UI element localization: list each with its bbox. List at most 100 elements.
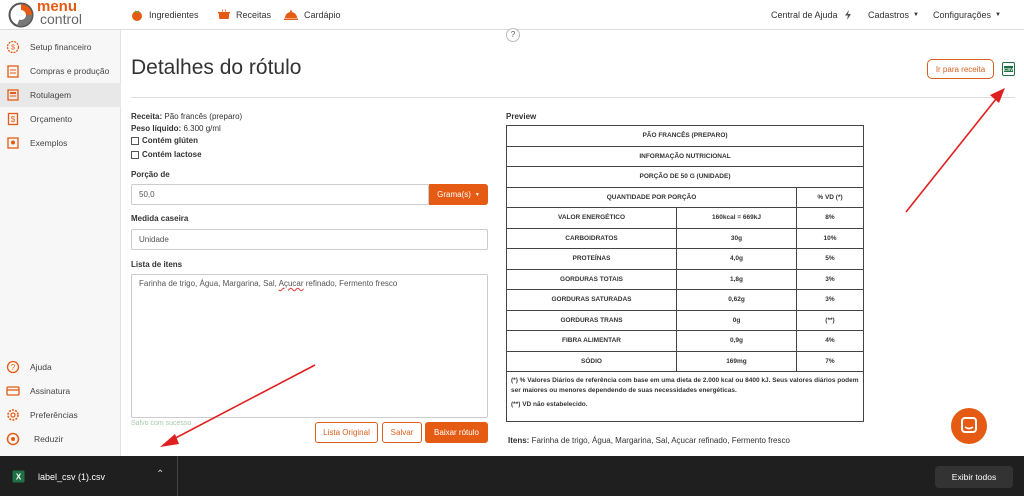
sidebar-item-preferencias[interactable]: Preferências: [0, 403, 121, 427]
net-weight-value: 6.300 g/ml: [183, 124, 221, 133]
sidebar-item-orcamento[interactable]: $ Orçamento: [0, 107, 121, 131]
spellcheck-word: Açucar: [278, 279, 304, 288]
preview-title: Preview: [506, 112, 537, 121]
table-row: FIBRA ALIMENTAR 0,9g 4%: [506, 330, 864, 352]
nutrient-vd: 8%: [796, 207, 864, 229]
help-question-button[interactable]: ?: [506, 28, 520, 42]
table-row: SÓDIO 169mg 7%: [506, 350, 864, 372]
unit-dropdown-button[interactable]: Grama(s) ▼: [429, 184, 488, 205]
table-row: VALOR ENERGÉTICO 160kcal = 669kJ 8%: [506, 207, 864, 229]
label-icon: [7, 89, 19, 101]
recipe-label: Receita:: [131, 112, 163, 121]
footnote-vd: (*) % Valores Diários de referência com …: [511, 377, 859, 394]
main-content: Detalhes do rótulo Ir para receita CSV R…: [121, 30, 1024, 456]
nutrient-name: GORDURAS TRANS: [506, 309, 677, 331]
sidebar-item-label: Compras e produção: [30, 66, 110, 76]
clipboard-icon: [7, 65, 19, 78]
sidebar-item-setup-financeiro[interactable]: $ Setup financeiro: [0, 35, 121, 59]
chevron-up-icon[interactable]: ⌃: [156, 469, 164, 480]
sidebar-item-rotulagem[interactable]: Rotulagem: [0, 83, 121, 107]
download-label-button[interactable]: Baixar rótulo: [425, 422, 488, 443]
svg-text:CSV: CSV: [1004, 67, 1013, 72]
save-button[interactable]: Salvar: [382, 422, 422, 443]
configuracoes-label: Configurações: [933, 10, 992, 20]
household-measure-label: Medida caseira: [131, 214, 189, 223]
gluten-checkbox-row[interactable]: Contém glúten: [131, 136, 198, 145]
svg-text:?: ?: [11, 363, 16, 372]
nutrient-qty: 169mg: [676, 350, 797, 372]
svg-text:X: X: [16, 473, 22, 482]
nutrient-name: VALOR ENERGÉTICO: [506, 207, 677, 229]
preview-items-line: Itens: Farinha de trigo, Água, Margarina…: [508, 436, 790, 445]
household-measure-input[interactable]: Unidade: [131, 229, 488, 250]
preview-items-label: Itens:: [508, 436, 530, 445]
sidebar-item-ajuda[interactable]: ? Ajuda: [0, 355, 121, 379]
recipe-line: Receita: Pão francês (preparo): [131, 112, 242, 121]
sidebar-item-label: Setup financeiro: [30, 42, 92, 52]
unit-label: Grama(s): [437, 190, 471, 199]
go-to-recipe-button[interactable]: Ir para receita: [927, 59, 994, 79]
nutrition-label-table: PÃO FRANCÊS (PREPARO) INFORMAÇÃO NUTRICI…: [506, 125, 864, 422]
title-divider: [131, 97, 1015, 98]
download-filename[interactable]: label_csv (1).csv: [38, 472, 105, 482]
items-text-part: Farinha de trigo, Água, Margarina, Sal,: [139, 279, 279, 288]
nutrient-qty: 0,62g: [676, 289, 797, 311]
show-all-downloads-button[interactable]: Exibir todos: [935, 466, 1013, 488]
nav-receitas-label: Receitas: [236, 10, 272, 20]
nutrient-qty: 1,8g: [676, 268, 797, 290]
sidebar-item-assinatura[interactable]: Assinatura: [0, 379, 121, 403]
portion-input[interactable]: 50,0: [131, 184, 429, 205]
lactose-checkbox[interactable]: [131, 150, 139, 159]
tomato-icon: [132, 10, 142, 21]
nav-receitas[interactable]: Receitas: [218, 0, 271, 30]
caret-down-icon: ▼: [995, 12, 1001, 18]
cadastros-dropdown[interactable]: Cadastros ▼: [868, 0, 919, 30]
nutrient-name: FIBRA ALIMENTAR: [506, 330, 677, 352]
label-col-qty: QUANTIDADE POR PORÇÃO: [506, 186, 797, 208]
sidebar-item-label: Ajuda: [30, 362, 52, 372]
sidebar-item-exemplos[interactable]: Exemplos: [0, 131, 121, 155]
items-list-label: Lista de itens: [131, 260, 183, 269]
nav-ingredientes[interactable]: Ingredientes: [131, 0, 199, 30]
download-divider: [177, 456, 178, 496]
chat-icon: [961, 417, 977, 433]
chat-launcher-button[interactable]: [951, 408, 987, 444]
table-row: CARBOIDRATOS 30g 10%: [506, 227, 864, 249]
cadastros-label: Cadastros: [868, 10, 910, 20]
configuracoes-dropdown[interactable]: Configurações ▼: [933, 0, 1001, 30]
gluten-checkbox[interactable]: [131, 136, 139, 145]
items-list-textarea[interactable]: Farinha de trigo, Água, Margarina, Sal, …: [131, 274, 488, 418]
lactose-checkbox-row[interactable]: Contém lactose: [131, 150, 202, 159]
table-row: GORDURAS TOTAIS 1,8g 3%: [506, 268, 864, 290]
credit-card-icon: [6, 386, 20, 396]
recipe-value: Pão francês (preparo): [164, 112, 243, 121]
nutrient-name: CARBOIDRATOS: [506, 227, 677, 249]
dollar-doc-icon: $: [7, 112, 19, 126]
help-center-link[interactable]: Central de Ajuda: [771, 0, 853, 30]
nutrient-qty: 160kcal = 669kJ: [676, 207, 797, 229]
sidebar-item-label: Orçamento: [30, 114, 73, 124]
menucontrol-logo[interactable]: menu control: [8, 0, 98, 28]
lactose-label: Contém lactose: [142, 150, 202, 159]
sidebar: $ Setup financeiro Compras e produção Ro…: [0, 30, 121, 456]
nutrient-vd: 7%: [796, 350, 864, 372]
table-row: PROTEÍNAS 4,0g 5%: [506, 248, 864, 270]
sidebar-item-compras[interactable]: Compras e produção: [0, 59, 121, 83]
excel-csv-icon[interactable]: CSV: [1002, 62, 1015, 76]
nutrient-name: PROTEÍNAS: [506, 248, 677, 270]
caret-down-icon: ▼: [913, 12, 919, 18]
collapse-circle-icon: [6, 432, 20, 446]
pot-icon: [218, 9, 230, 19]
sidebar-item-label: Assinatura: [30, 386, 71, 396]
nav-cardapio[interactable]: Cardápio: [284, 0, 341, 30]
saved-success-text: Salvo com sucesso: [131, 420, 192, 427]
download-bar: X label_csv (1).csv ⌃ Exibir todos: [0, 456, 1024, 496]
sidebar-item-label: Preferências: [30, 410, 78, 420]
question-circle-icon: ?: [6, 360, 20, 374]
svg-text:$: $: [11, 45, 15, 52]
top-navbar: menu control Ingredientes Receitas Cardá…: [0, 0, 1024, 30]
example-icon: [7, 137, 19, 149]
table-row: GORDURAS SATURADAS 0,62g 3%: [506, 289, 864, 311]
original-list-button[interactable]: Lista Original: [315, 422, 378, 443]
sidebar-item-reduzir[interactable]: Reduzir: [0, 427, 121, 451]
